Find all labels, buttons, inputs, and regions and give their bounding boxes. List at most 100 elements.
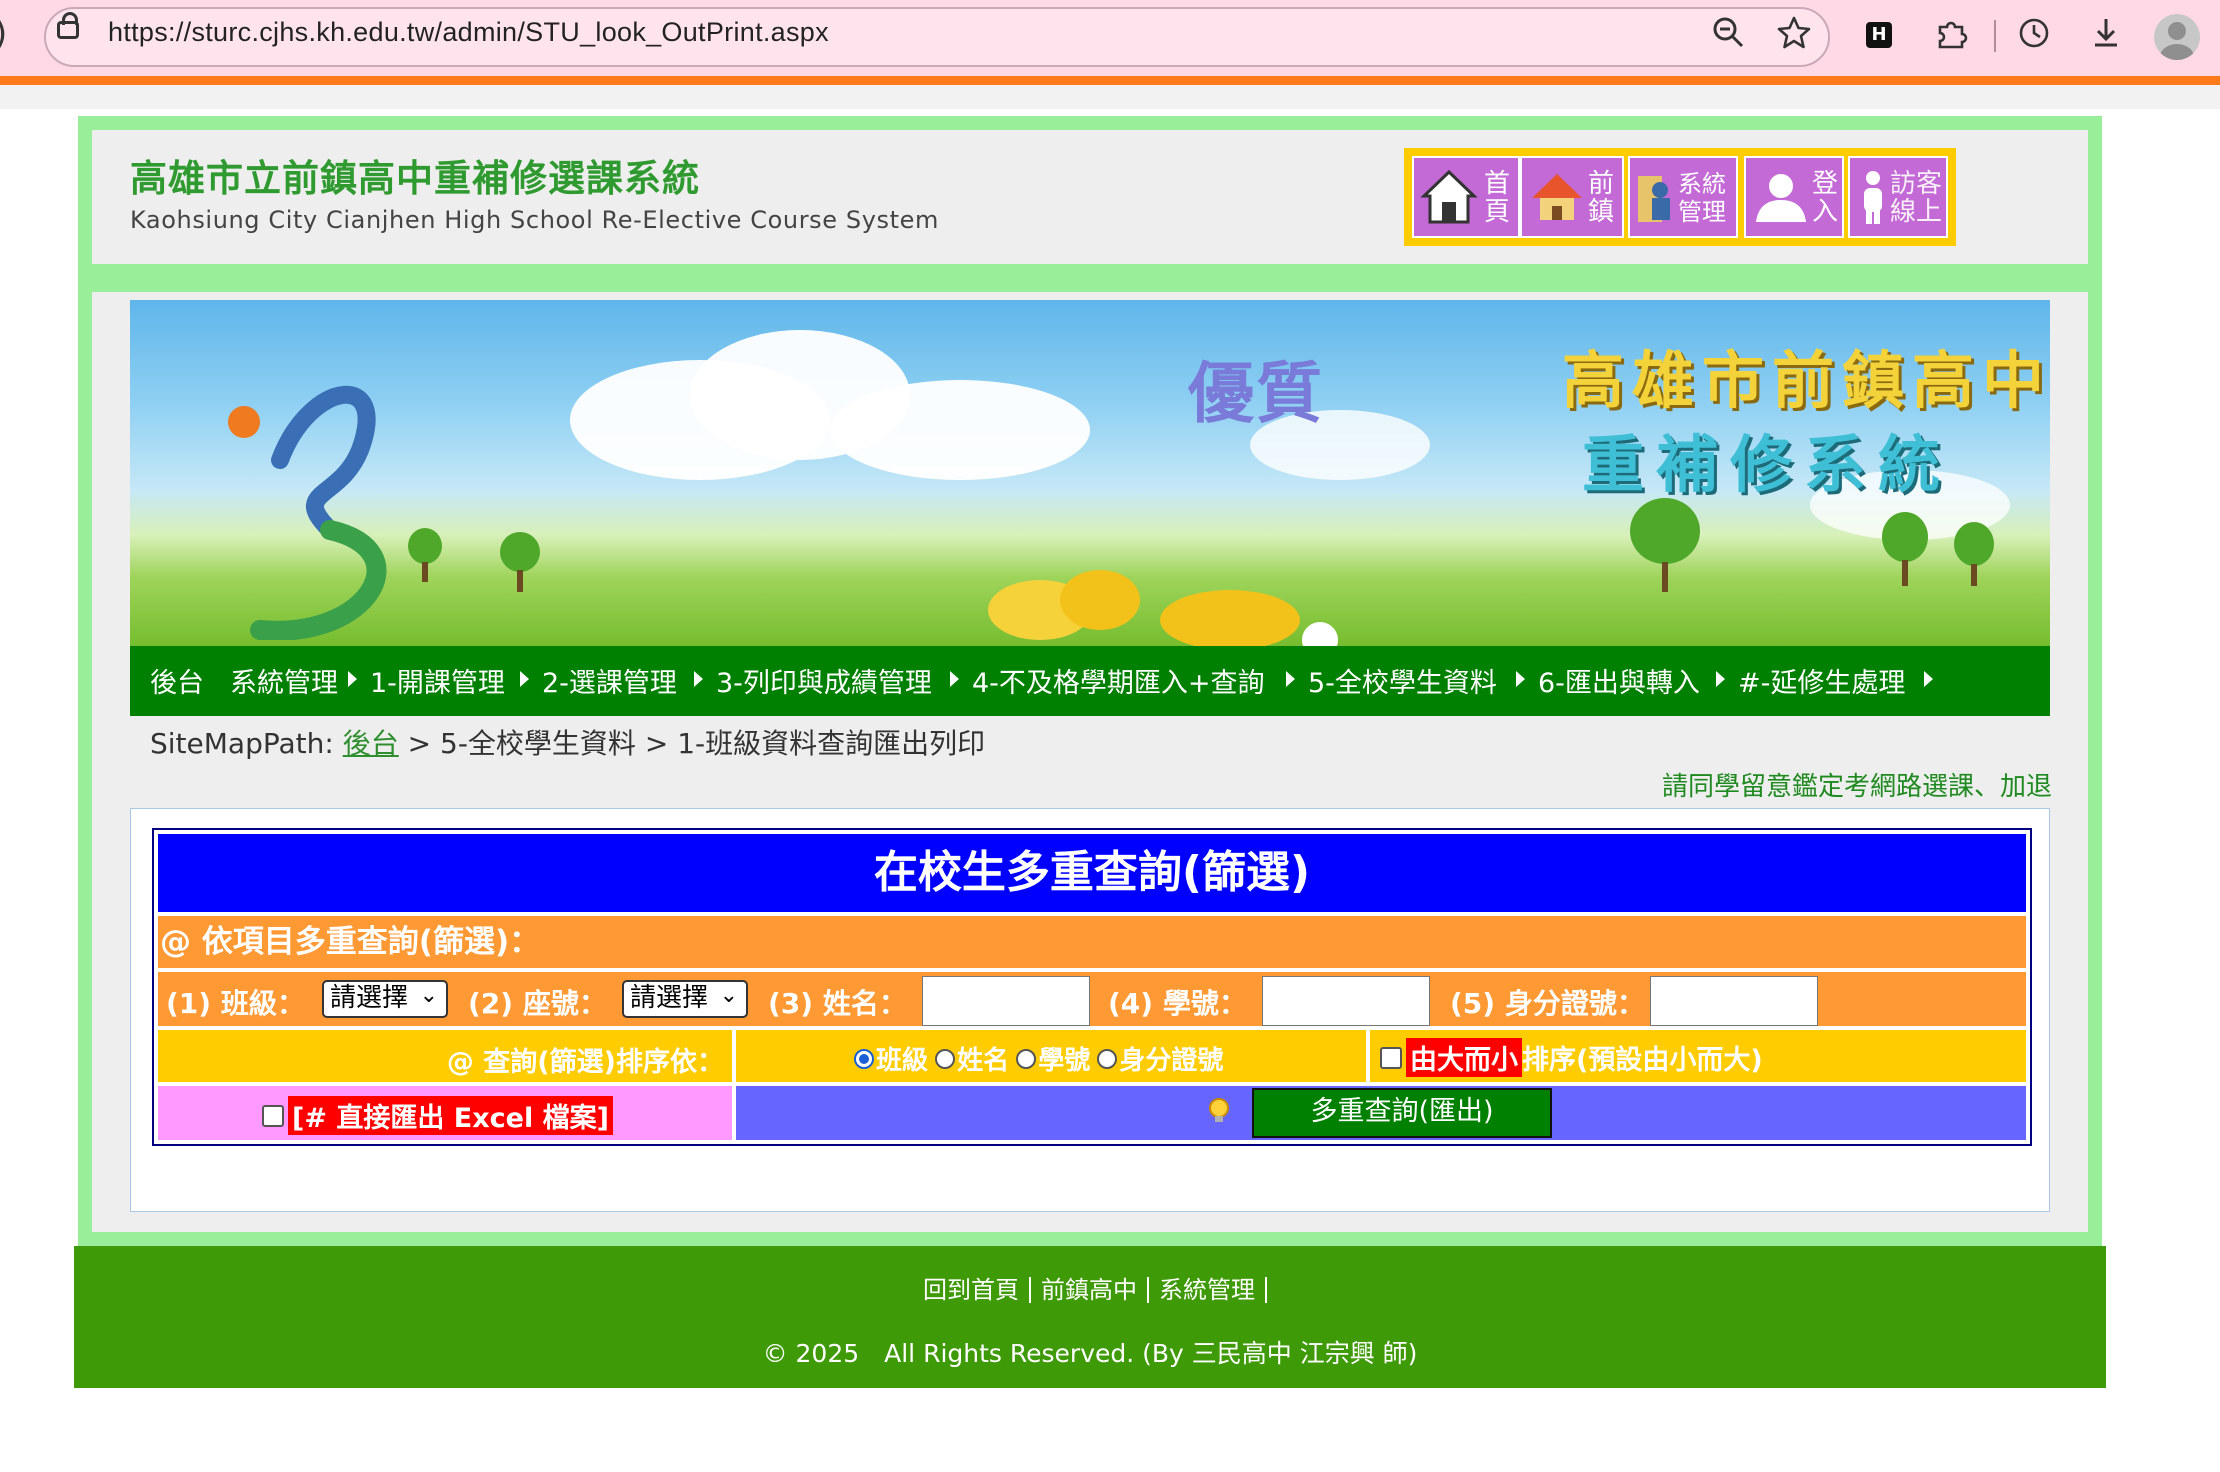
breadcrumb-item: 5-全校學生資料 xyxy=(440,727,636,760)
submenu-arrow-icon xyxy=(694,671,703,687)
student-number-input[interactable] xyxy=(1262,976,1430,1026)
seat-select[interactable]: 請選擇 ⌄ xyxy=(622,980,748,1018)
submenu-arrow-icon xyxy=(1924,671,1933,687)
nav-admin-label: 系統 管理 xyxy=(1678,170,1726,226)
sort-option-label: 班級 xyxy=(876,1046,929,1076)
sort-label: @ 查詢(篩選)排序依： xyxy=(446,1047,724,1078)
download-icon[interactable] xyxy=(2084,15,2128,59)
breadcrumb-separator: > xyxy=(644,727,669,760)
nav-login-label: 登 入 xyxy=(1812,169,1839,227)
zoom-out-icon[interactable] xyxy=(1706,15,1750,59)
star-icon[interactable] xyxy=(1772,15,1816,59)
menu-item-backend[interactable]: 後台 xyxy=(150,661,204,700)
submenu-arrow-icon xyxy=(348,671,357,687)
cloud xyxy=(830,380,1090,480)
breadcrumb-current: 1-班級資料查詢匯出列印 xyxy=(677,727,986,760)
descending-toggle: 由大而小 排序(預設由小而大) xyxy=(1380,1038,1763,1077)
name-label: (3) 姓名： xyxy=(768,987,907,1020)
extension-h-icon[interactable]: H xyxy=(1866,22,1892,48)
footer-link-school[interactable]: 前鎮高中 xyxy=(1031,1277,1149,1303)
export-cell: [# 直接匯出 Excel 檔案] xyxy=(158,1086,732,1140)
breadcrumb-link-backend[interactable]: 後台 xyxy=(343,727,399,760)
tree-trunk xyxy=(422,562,428,582)
footer-links: 回到首頁 前鎮高中 系統管理 xyxy=(74,1276,2106,1304)
query-fields-row: (1) 班級： 請選擇 ⌄ (2) 座號： 請選擇 ⌄ (3) 姓名： (4) … xyxy=(158,972,2026,1026)
menu-item-print-grades[interactable]: 3-列印與成績管理 xyxy=(716,661,932,700)
house-icon xyxy=(1532,174,1582,220)
marquee-notice: 請同學留意鑑定考網路選課、加退 xyxy=(1661,772,2052,802)
id-number-input[interactable] xyxy=(1650,976,1818,1026)
tree xyxy=(1882,512,1928,562)
excel-export-label: [# 直接匯出 Excel 檔案] xyxy=(288,1096,613,1135)
menu-item-failed-import[interactable]: 4-不及格學期匯入+查詢 xyxy=(972,661,1265,700)
sort-label-cell: @ 查詢(篩選)排序依： xyxy=(158,1030,732,1082)
menu-item-export-import[interactable]: 6-匯出與轉入 xyxy=(1538,661,1700,700)
url-text[interactable]: https://sturc.cjhs.kh.edu.tw/admin/STU_l… xyxy=(108,17,829,48)
tree xyxy=(1954,522,1994,566)
breadcrumb-separator: > xyxy=(407,727,432,760)
chevron-down-icon: ⌄ xyxy=(719,983,738,1008)
excel-export-toggle: [# 直接匯出 Excel 檔案] xyxy=(262,1096,613,1135)
site-subtitle: Kaohsiung City Cianjhen High School Re-E… xyxy=(130,206,939,234)
tree xyxy=(500,532,540,572)
chevron-down-icon: ⌄ xyxy=(419,983,438,1008)
puzzle-icon[interactable] xyxy=(1930,15,1974,59)
tree-trunk xyxy=(1971,564,1977,586)
copyright-text: © 2025 All Rights Reserved. (By 三民高中 江宗興… xyxy=(762,1339,1418,1368)
id-number-label: (5) 身分證號： xyxy=(1450,987,1645,1020)
excel-export-checkbox[interactable] xyxy=(262,1104,284,1127)
toolbar-accent-line xyxy=(0,76,2220,85)
home-icon xyxy=(1420,169,1478,224)
nav-school-button[interactable]: 前 鎮 xyxy=(1520,156,1624,238)
history-icon[interactable] xyxy=(2012,15,2056,59)
submenu-arrow-icon xyxy=(1286,671,1295,687)
footer-link-home[interactable]: 回到首頁 xyxy=(913,1277,1031,1303)
top-nav: 首 頁 前 鎮 系統 管理 登 入 訪客 線上 xyxy=(1404,148,1956,246)
class-select-value: 請選擇 xyxy=(330,983,409,1013)
banner-system-name: 重補修系統 xyxy=(1582,428,1953,501)
sort-radio-id-number[interactable] xyxy=(1097,1048,1118,1069)
class-select[interactable]: 請選擇 ⌄ xyxy=(322,980,448,1018)
sort-radio-student-number[interactable] xyxy=(1016,1048,1037,1069)
footer: 回到首頁 前鎮高中 系統管理 © 2025 All Rights Reserved.… xyxy=(74,1246,2106,1388)
footer-link-admin[interactable]: 系統管理 xyxy=(1149,1277,1267,1303)
menu-item-system[interactable]: 系統管理 xyxy=(230,661,338,700)
nav-visitor-label: 訪客 線上 xyxy=(1890,169,1943,227)
submenu-arrow-icon xyxy=(1716,671,1725,687)
nav-admin-button[interactable]: 系統 管理 xyxy=(1628,156,1738,238)
menu-item-courses[interactable]: 1-開課管理 xyxy=(370,661,505,700)
menu-item-selection[interactable]: 2-選課管理 xyxy=(542,661,677,700)
sort-radio-class[interactable] xyxy=(854,1048,874,1069)
sort-options-cell: 班級 姓名 學號 身分證號 xyxy=(736,1030,1366,1082)
query-subtitle: @ 依項目多重查詢(篩選)： xyxy=(158,916,2026,968)
browser-toolbar: ) https://sturc.cjhs.kh.edu.tw/admin/STU… xyxy=(0,0,2220,109)
tree-trunk xyxy=(517,570,523,592)
profile-avatar[interactable] xyxy=(2154,14,2200,60)
admin-icon xyxy=(1638,176,1670,222)
sort-order-note: 排序(預設由小而大) xyxy=(1522,1045,1763,1076)
seat-label: (2) 座號： xyxy=(468,987,607,1020)
student-number-label: (4) 學號： xyxy=(1108,987,1247,1020)
user-icon xyxy=(1756,174,1806,222)
tree-trunk xyxy=(1662,562,1668,592)
sort-radio-group: 班級 姓名 學號 身分證號 xyxy=(854,1040,1225,1077)
class-label: (1) 班級： xyxy=(166,987,305,1020)
menu-item-students[interactable]: 5-全校學生資料 xyxy=(1308,661,1497,700)
lightbulb-icon xyxy=(1209,1098,1229,1122)
toolbar-shadow xyxy=(0,85,2220,109)
menu-item-extended[interactable]: #-延修生處理 xyxy=(1738,661,1905,700)
submenu-arrow-icon xyxy=(1516,671,1525,687)
sort-option-label: 姓名 xyxy=(957,1046,1010,1076)
edge-glyph: ) xyxy=(0,14,7,54)
banner-image: 優質 高雄市前鎮高中 重補修系統 xyxy=(130,300,2050,646)
multi-query-export-button[interactable]: 多重查詢(匯出) xyxy=(1252,1088,1552,1138)
seat-select-value: 請選擇 xyxy=(630,983,709,1013)
lock-icon[interactable] xyxy=(57,12,79,39)
butterfly-illustration xyxy=(988,570,1338,646)
nav-home-button[interactable]: 首 頁 xyxy=(1412,156,1520,238)
name-input[interactable] xyxy=(922,976,1090,1026)
descending-checkbox[interactable] xyxy=(1380,1046,1402,1069)
nav-login-button[interactable]: 登 入 xyxy=(1744,156,1844,238)
nav-visitor-button[interactable]: 訪客 線上 xyxy=(1848,156,1948,238)
sort-radio-name[interactable] xyxy=(935,1048,956,1069)
